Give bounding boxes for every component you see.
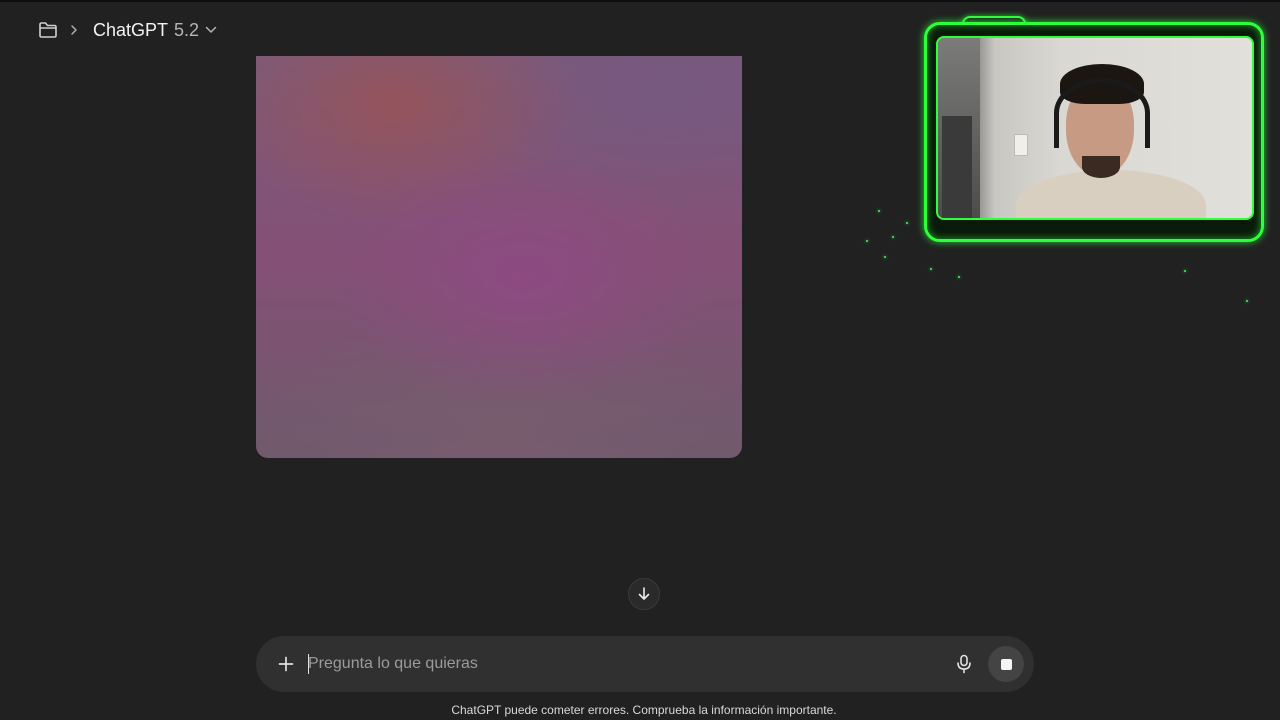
plus-icon[interactable]	[272, 650, 300, 678]
particle	[1246, 300, 1248, 302]
disclaimer-text: ChatGPT puede cometer errores. Comprueba…	[451, 703, 837, 717]
model-name: ChatGPT	[93, 19, 169, 40]
stop-icon	[1000, 658, 1012, 670]
image-preview[interactable]	[256, 56, 742, 458]
webcam-headset	[1054, 78, 1150, 148]
composer	[256, 636, 1034, 692]
particle	[878, 210, 880, 212]
particle	[884, 256, 886, 258]
chevron-down-icon	[205, 26, 217, 34]
text-caret	[308, 654, 309, 674]
webcam-video	[936, 36, 1254, 220]
stop-button[interactable]	[988, 646, 1024, 682]
folder-icon[interactable]	[36, 18, 60, 42]
webcam-person-body	[1016, 170, 1206, 218]
particle	[906, 222, 908, 224]
chevron-right-icon	[68, 22, 80, 38]
chat-page: ChatGPT 5.2 Pregunta lo que quieras Chat…	[0, 0, 1280, 720]
microphone-icon[interactable]	[950, 650, 978, 678]
webcam-outlet	[1014, 134, 1028, 156]
webcam-person-beard	[1082, 156, 1120, 178]
arrow-down-icon	[638, 587, 650, 600]
particle	[930, 268, 932, 270]
model-selector[interactable]: ChatGPT 5.2	[90, 16, 220, 44]
particle	[866, 240, 868, 242]
particle	[892, 236, 894, 238]
scroll-down-button[interactable]	[628, 578, 660, 610]
prompt-input[interactable]	[308, 650, 928, 678]
model-version: 5.2	[174, 19, 200, 40]
particle	[958, 276, 960, 278]
particle	[1184, 270, 1186, 272]
webcam-door	[942, 116, 972, 218]
webcam-overlay	[922, 16, 1268, 246]
